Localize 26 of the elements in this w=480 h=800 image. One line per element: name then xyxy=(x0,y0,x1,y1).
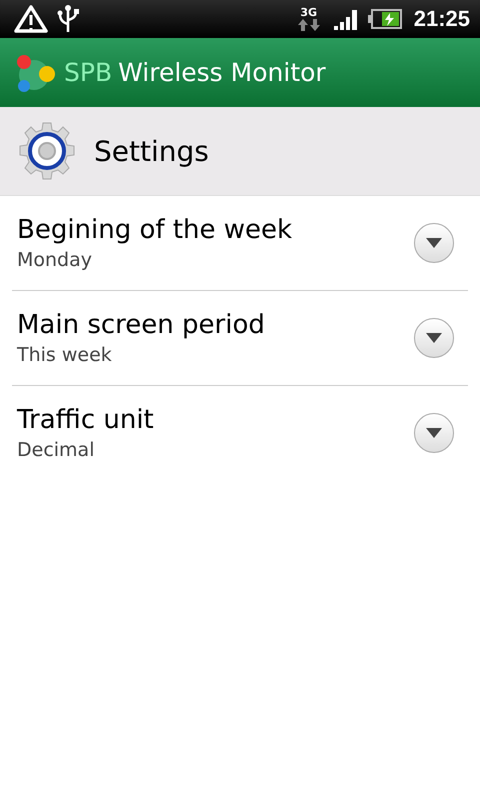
app-name: Wireless Monitor xyxy=(118,58,326,87)
caret-down-icon xyxy=(426,238,442,248)
setting-value: Decimal xyxy=(17,439,96,461)
warning-icon xyxy=(14,5,48,33)
battery-charging-icon xyxy=(368,9,402,29)
setting-value: Monday xyxy=(17,249,94,271)
caret-down-icon xyxy=(426,333,442,343)
app-logo-icon xyxy=(14,52,58,92)
dropdown-button[interactable] xyxy=(414,223,454,263)
setting-label: Begining of the week xyxy=(17,215,294,245)
setting-label: Main screen period xyxy=(17,310,266,340)
network-type-label: 3G xyxy=(300,7,318,19)
data-arrows-icon xyxy=(298,19,320,31)
setting-value: This week xyxy=(17,344,113,366)
signal-icon xyxy=(334,8,360,30)
setting-row[interactable]: Main screen period This week xyxy=(12,291,468,386)
dropdown-button[interactable] xyxy=(414,318,454,358)
dropdown-button[interactable] xyxy=(414,413,454,453)
setting-row[interactable]: Traffic unit Decimal xyxy=(12,386,468,480)
screen-title: Settings xyxy=(94,134,209,168)
setting-row[interactable]: Begining of the week Monday xyxy=(12,196,468,291)
app-brand: SPB xyxy=(64,58,112,87)
setting-label: Traffic unit xyxy=(17,405,155,435)
clock-time: 21:25 xyxy=(414,6,470,32)
caret-down-icon xyxy=(426,428,442,438)
usb-icon xyxy=(56,4,80,34)
